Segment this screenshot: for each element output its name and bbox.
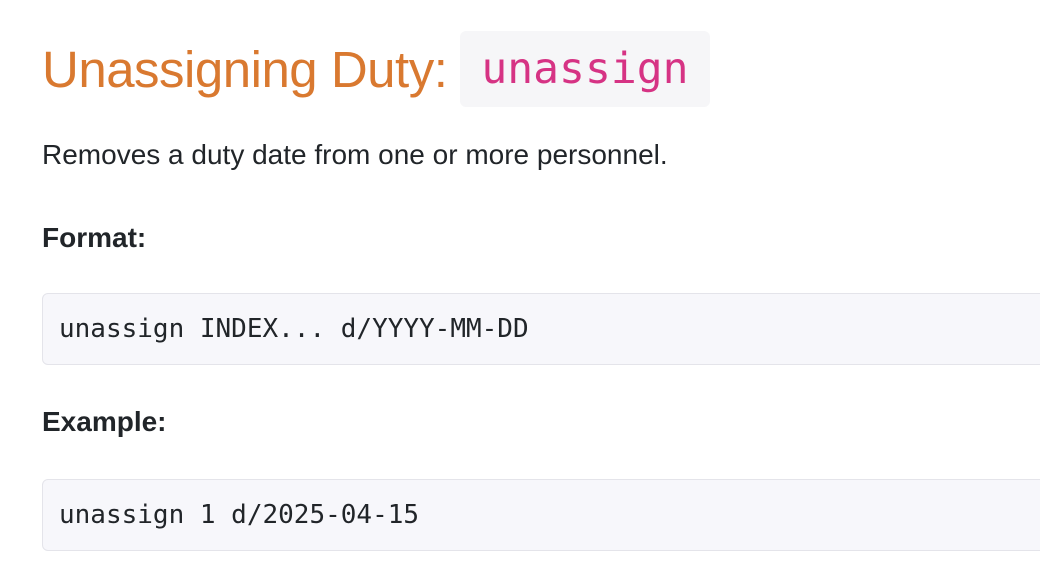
heading-title: Unassigning Duty: <box>42 40 448 98</box>
format-code-block: unassign INDEX... d/YYYY-MM-DD <box>42 293 1040 365</box>
heading-command-code: unassign <box>460 31 710 107</box>
format-label: Format: <box>42 222 147 253</box>
section-heading: Unassigning Duty: unassign <box>42 31 710 107</box>
command-description: Removes a duty date from one or more per… <box>42 139 668 170</box>
example-label: Example: <box>42 406 167 437</box>
example-code-block: unassign 1 d/2025-04-15 <box>42 479 1040 551</box>
